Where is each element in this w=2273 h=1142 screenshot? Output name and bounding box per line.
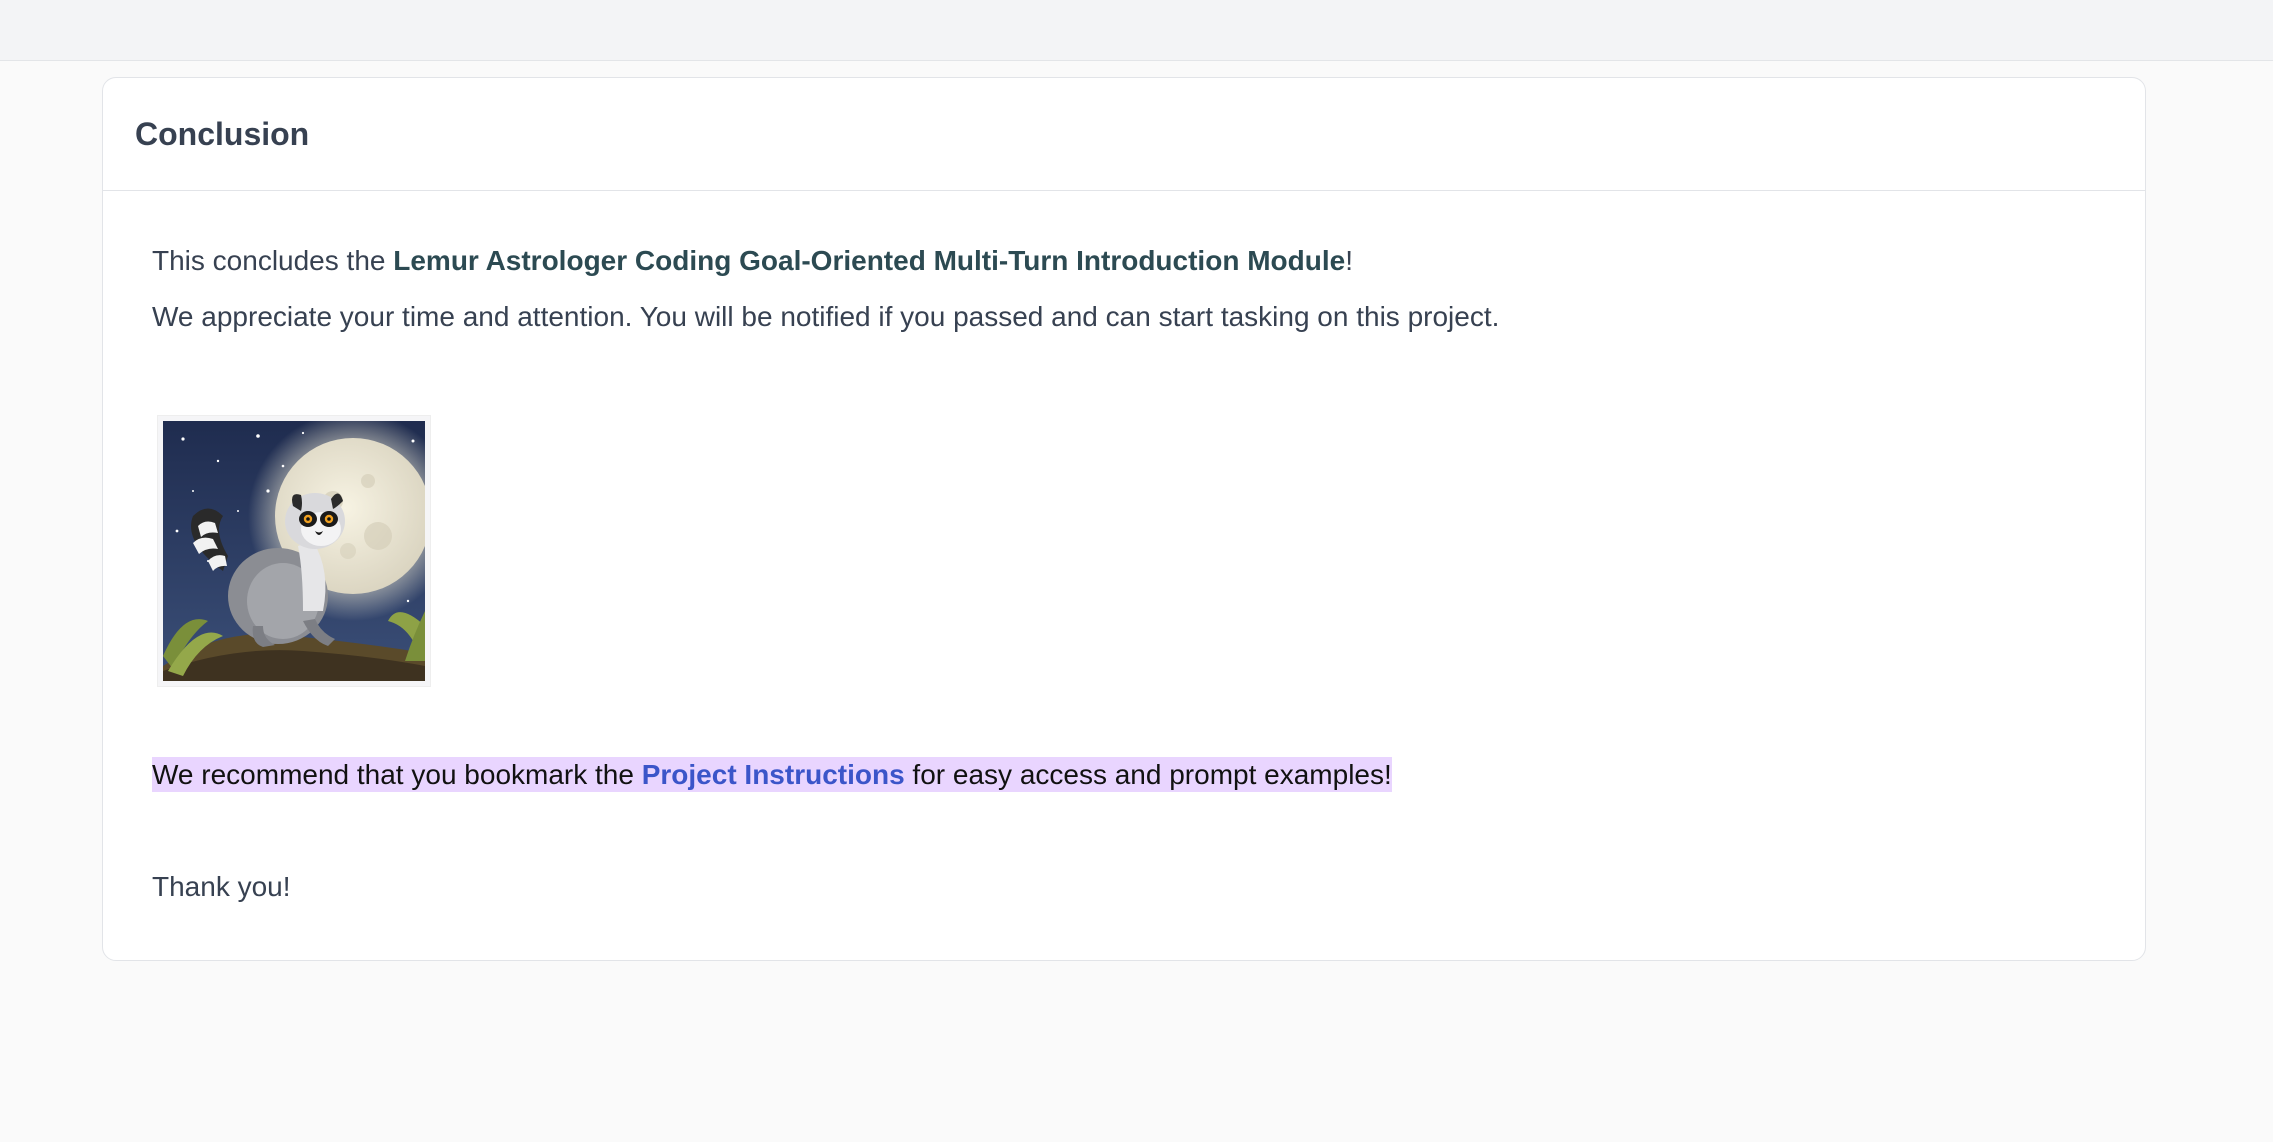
project-instructions-link[interactable]: Project Instructions	[642, 759, 905, 790]
intro-text: This concludes the Lemur Astrologer Codi…	[152, 241, 1353, 281]
thanks-text: Thank you!	[152, 871, 291, 902]
recommend-prefix: We recommend that you bookmark the	[152, 759, 642, 790]
module-name: Lemur Astrologer Coding Goal-Oriented Mu…	[393, 245, 1346, 276]
intro-prefix: This concludes the	[152, 245, 394, 276]
recommend-highlight: We recommend that you bookmark the Proje…	[152, 757, 1392, 792]
recommend-text: We recommend that you bookmark the Proje…	[152, 755, 1392, 795]
card-title: Conclusion	[135, 115, 310, 152]
conclusion-card: Conclusion This concludes the Lemur Astr…	[102, 77, 2146, 961]
card-body: This concludes the Lemur Astrologer Codi…	[103, 191, 2145, 960]
lemur-moon-illustration	[163, 421, 425, 681]
appreciate-text: We appreciate your time and attention. Y…	[152, 301, 1500, 332]
recommend-suffix: for easy access and prompt examples!	[904, 759, 1392, 790]
card-header: Conclusion	[103, 78, 2145, 191]
intro-suffix: !	[1345, 245, 1353, 276]
lemur-moon-image	[158, 416, 430, 686]
top-bar	[0, 0, 2273, 61]
